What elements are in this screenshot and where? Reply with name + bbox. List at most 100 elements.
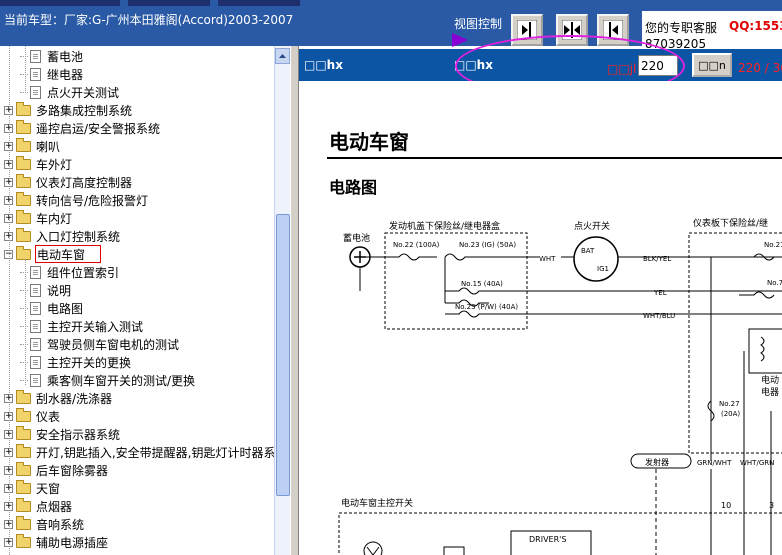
document-icon [30,355,41,369]
panel-splitter[interactable] [290,46,299,555]
tree-item[interactable]: + 仪表 [4,407,61,425]
fuse-27-label: No.27 [719,400,740,408]
document-icon [30,85,41,99]
top-strip [0,0,120,6]
battery-label: 蓄电池 [343,232,370,244]
tree-item[interactable]: 驾驶员侧车窗电机的测试 [20,335,180,353]
scrollbar-thumb[interactable] [276,214,290,496]
folder-icon [16,443,31,458]
tree-item[interactable]: + 车内灯 [4,209,73,227]
tree-item[interactable]: + 音响系统 [4,515,85,533]
tree-item[interactable]: + 遥控启运/安全警报系统 [4,119,161,137]
tree-item[interactable]: 蓄电池 [20,47,84,65]
chevron-up-icon [279,54,286,58]
tree-item[interactable]: + 多路集成控制系统 [4,101,133,119]
tree-item-label: 喇叭 [36,139,61,154]
pin-3-label: 3 [769,501,774,510]
folder-icon [16,479,31,494]
tree-connector [20,307,28,309]
tree-item[interactable]: 电路图 [20,299,84,317]
scroll-up-button[interactable] [275,48,290,64]
document-view: 电动车窗 电路图 蓄电池 发动机盖下保险丝/继电器盒 No.22 (100A) … [299,81,782,555]
tree-guide-line [9,46,10,555]
tree-item[interactable]: + 天窗 [4,479,61,497]
tree-item[interactable]: + 入口灯控制系统 [4,227,121,245]
tree-connector [20,271,28,273]
tab-1[interactable]: □□hx [304,58,343,72]
category-tree: 蓄电池继电器点火开关测试 + 多路集成控制系统 + 遥控启运/安全警报系统 + 喇叭 + 车外灯… [0,46,274,555]
document-icon [30,49,41,63]
document-icon [30,265,41,279]
tree-item[interactable]: + 仪表灯高度控制器 [4,173,133,191]
folder-icon [16,101,31,116]
tree-item[interactable]: + 安全指示器系统 [4,425,121,443]
tree-item[interactable]: + 刮水器/洗涤器 [4,389,113,407]
document-icon [30,67,41,81]
fuse-15-label: No.15 (40A) [461,280,503,288]
document-icon [30,373,41,387]
folder-icon [16,173,31,188]
ig1-terminal-label: IG1 [597,265,609,273]
arrow-right-icon [452,33,468,47]
document-icon [30,283,41,297]
tree-connector [20,55,28,57]
tree-item-label: 乘客侧车窗开关的测试/更换 [47,373,196,388]
tree-item-label: 刮水器/洗涤器 [36,391,113,406]
tree-item[interactable]: − 电动车窗 [4,245,102,263]
view-control-label: 视图控制 [454,17,503,31]
tree-connector [20,91,28,93]
service-qq-link[interactable]: QQ:1553 [729,19,782,33]
tree-item[interactable]: + 点烟器 [4,497,73,515]
master-switch-label: 电动车窗主控开关 [341,497,413,509]
tree-connector [20,343,28,345]
folder-icon [16,209,31,224]
fuse-22-label: No.22 (100A) [393,241,440,249]
tree-item-label: 多路集成控制系统 [36,103,133,118]
tree-item[interactable]: 主控开关输入测试 [20,317,144,335]
tree-item[interactable]: 点火开关测试 [20,83,120,101]
tree-item-label: 遥控启运/安全警报系统 [36,121,161,136]
wire-wht-grn-label: WHT/GRN [740,459,774,467]
customer-service-box: 您的专职客服 QQ:1553 87039205 [642,11,782,51]
tree-item-label: 后车窗除雾器 [36,463,109,478]
dash-fuse-box-label: 仪表板下保险丝/继 [693,217,768,229]
bat-terminal-label: BAT [581,247,595,255]
tree-item-label: 继电器 [47,67,84,82]
engine-fuse-box-label: 发动机盖下保险丝/继电器盒 [389,220,500,232]
fuse-21-label: No.21 (7.5A) [764,241,782,249]
tree-item[interactable]: 说明 [20,281,72,299]
tree-item[interactable]: 继电器 [20,65,84,83]
tree-item-label: 电路图 [47,301,84,316]
tree-item[interactable]: 主控开关的更换 [20,353,132,371]
tree-item[interactable]: + 喇叭 [4,137,61,155]
tree-item-label: 仪表灯高度控制器 [36,175,133,190]
tree-item-label: 车外灯 [36,157,73,172]
driver-label: DRIVER'S [529,535,566,544]
selected-tree-item[interactable]: 电动车窗 [35,245,102,263]
elec-label: 电动 [761,374,779,386]
folder-icon [16,227,31,242]
tree-item[interactable]: + 车外灯 [4,155,73,173]
tree-item[interactable]: + 后车窗除雾器 [4,461,109,479]
generator-label: 发射器 [645,457,669,467]
tree-item[interactable]: + 转向信号/危险报警灯 [4,191,149,209]
current-vehicle-label: 当前车型：厂家:G-广州本田雅阁(Accord)2003-2007 [4,13,294,27]
tree-item-label: 蓄电池 [47,49,84,64]
tree-scrollbar[interactable] [274,46,290,555]
document-icon [30,337,41,351]
tree-item[interactable]: + 开灯,钥匙插入,安全带提醒器,钥匙灯计时器系 [4,443,274,461]
tree-item-label: 点火开关测试 [47,85,120,100]
tree-item[interactable]: 组件位置索引 [20,263,120,281]
tree-item[interactable]: 乘客侧车窗开关的测试/更换 [20,371,196,389]
master-switch-box [338,512,782,555]
tree-item-label: 主控开关的更换 [47,355,132,370]
tree-item[interactable]: + 辅助电源插座 [4,533,109,551]
folder-icon [16,461,31,476]
zoom-apply-button[interactable]: □□n [692,53,732,77]
tree-guide-line [25,46,26,91]
folder-icon [16,389,31,404]
top-strip [128,0,210,6]
tree-connector [20,73,28,75]
tree-item-label: 组件位置索引 [47,265,120,280]
tree-connector [20,379,28,381]
